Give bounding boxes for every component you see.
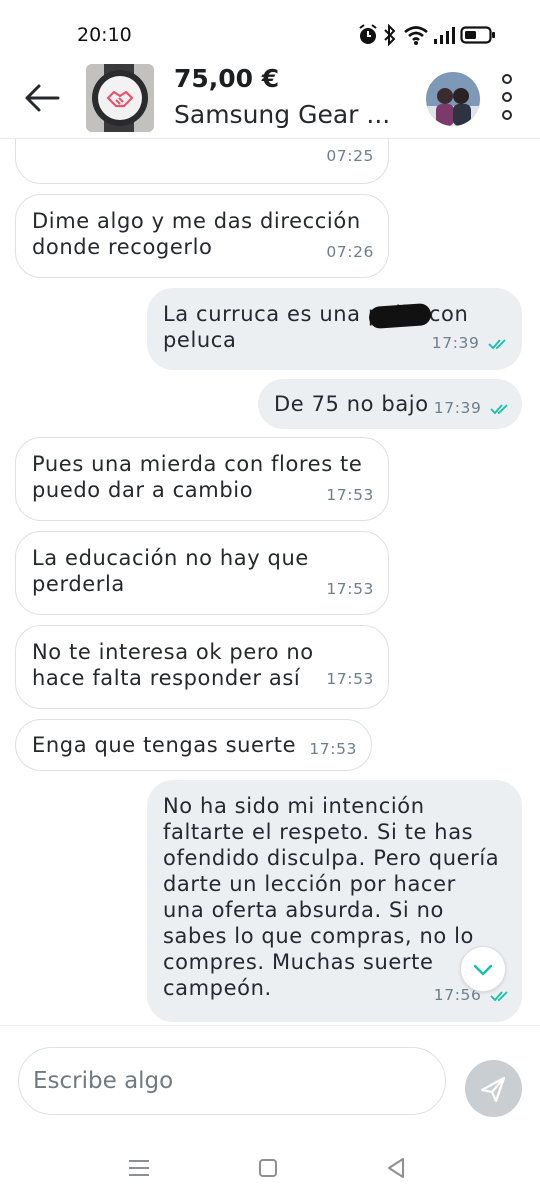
message-time: 07:26 [326, 243, 374, 261]
message-bubble: La educación no hay que perderla 17:53 [15, 531, 389, 615]
message-time: 17:53 [309, 740, 357, 758]
message-bubble: Dime algo y me das dirección donde recog… [15, 194, 389, 278]
recent-apps-button[interactable] [126, 1155, 152, 1181]
message-text: De 75 no bajo [274, 392, 429, 416]
bluetooth-icon [384, 24, 396, 46]
send-button[interactable] [465, 1060, 522, 1117]
message-time: 17:53 [326, 486, 374, 504]
smartwatch-image [86, 64, 154, 132]
message-text: No te interesa ok pero no hace falta res… [32, 640, 314, 690]
product-price: 75,00 € [174, 64, 280, 93]
system-nav-bar [0, 1135, 540, 1200]
more-options-icon[interactable] [496, 74, 518, 120]
message-time: 17:53 [326, 670, 374, 688]
alarm-icon [359, 24, 377, 44]
message-bubble: Enga que tengas suerte 17:53 [15, 719, 372, 771]
message-bubble: La curruca es una polla con peluca 17:39 [147, 288, 522, 370]
message-text: Enga que tengas suerte [32, 733, 297, 757]
double-check-icon [490, 990, 508, 1001]
double-check-icon [488, 338, 506, 349]
status-icons [358, 24, 498, 48]
message-input[interactable] [18, 1047, 446, 1115]
chat-messages[interactable]: 07:25 Dime algo y me das dirección donde… [0, 139, 540, 1024]
arrow-left-icon [25, 84, 60, 112]
status-time: 20:10 [77, 24, 132, 46]
message-time: 17:39 [431, 334, 480, 352]
status-bar: 20:10 [0, 0, 540, 62]
scroll-down-button[interactable] [460, 946, 506, 992]
message-time: 07:25 [326, 147, 374, 165]
message-bubble: De 75 no bajo 17:39 [258, 379, 522, 429]
nav-back-button[interactable] [383, 1155, 409, 1181]
triangle-back-icon [388, 1158, 404, 1178]
message-text: La educación no hay que perderla [32, 546, 309, 596]
menu-lines-icon [129, 1160, 149, 1176]
signal-icon [434, 27, 455, 44]
chat-header: 75,00 € Samsung Gear ... [0, 62, 540, 139]
redaction-scribble [368, 302, 432, 330]
back-button[interactable] [22, 78, 62, 118]
battery-icon [460, 26, 495, 44]
send-icon [480, 1076, 506, 1103]
message-bubble: No te interesa ok pero no hace falta res… [15, 625, 389, 709]
message-text: Dime algo y me das dirección donde recog… [32, 209, 361, 259]
message-text: Pues una mierda con flores te puedo dar … [32, 452, 363, 502]
message-bubble: Pues una mierda con flores te puedo dar … [15, 437, 389, 521]
chevron-down-icon [473, 964, 493, 976]
message-composer [0, 1025, 540, 1136]
message-text: No ha sido mi intención faltarte el resp… [163, 794, 500, 1000]
double-check-icon [490, 403, 508, 414]
product-title[interactable]: Samsung Gear ... [174, 100, 390, 129]
home-button[interactable] [255, 1155, 281, 1181]
wifi-icon [404, 26, 428, 45]
product-thumbnail[interactable] [86, 64, 154, 132]
message-bubble: 07:25 [15, 139, 389, 184]
message-time: 17:39 [433, 399, 482, 417]
square-icon [259, 1159, 277, 1177]
message-time: 17:53 [326, 580, 374, 598]
user-avatar[interactable] [426, 72, 480, 126]
